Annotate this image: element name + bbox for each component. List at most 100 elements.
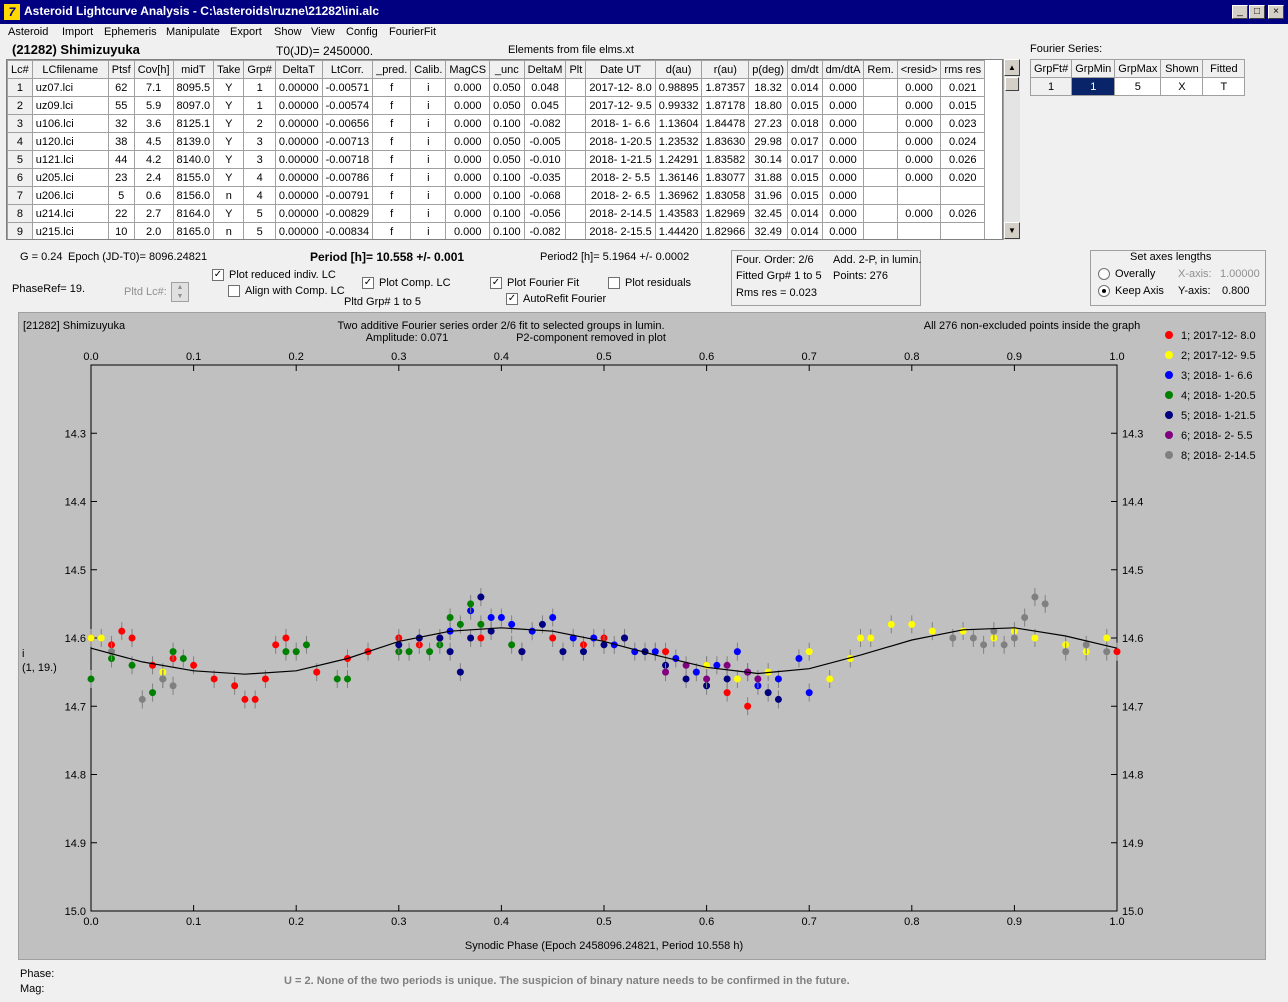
table-cell[interactable]: 0.015: [787, 186, 823, 205]
menu-config[interactable]: Config: [346, 26, 378, 38]
table-cell[interactable]: f: [372, 168, 412, 187]
table-cell[interactable]: 0.6: [133, 186, 174, 205]
table-cell[interactable]: 0.000: [445, 168, 491, 187]
table-cell[interactable]: 8095.5: [172, 78, 215, 97]
table-cell[interactable]: 8097.0: [172, 96, 215, 115]
lightcurve-plot[interactable]: [21282] Shimizuyuka Two additive Fourier…: [18, 312, 1266, 960]
table-cell[interactable]: [863, 78, 898, 97]
table-cell[interactable]: 3: [243, 132, 276, 151]
table-cell[interactable]: 0.017: [787, 132, 823, 151]
table-cell[interactable]: [863, 186, 898, 205]
table-column-header[interactable]: Cov[h]: [133, 60, 174, 79]
table-cell[interactable]: 0.021: [940, 78, 986, 97]
table-cell[interactable]: 1.83077: [701, 168, 750, 187]
overally-radio[interactable]: Overally: [1098, 268, 1155, 281]
table-cell[interactable]: 2018- 1-21.5: [585, 150, 656, 169]
table-cell[interactable]: 10: [107, 222, 135, 239]
table-cell[interactable]: 2017-12- 9.5: [585, 96, 656, 115]
table-cell[interactable]: -0.00791: [321, 186, 374, 205]
table-cell[interactable]: 0.000: [821, 186, 865, 205]
table-cell[interactable]: 4: [243, 168, 276, 187]
table-cell[interactable]: 8139.0: [172, 132, 215, 151]
table-cell[interactable]: 0.000: [445, 222, 491, 239]
table-cell[interactable]: 1.84478: [701, 114, 750, 133]
table-cell[interactable]: 4: [7, 132, 33, 151]
xaxis-value[interactable]: 1.00000: [1220, 268, 1260, 280]
lightcurve-table-container[interactable]: Lc# LCfilename Ptsf Cov[h] midT Take Grp# Delta…: [6, 59, 1003, 240]
plot-residuals-checkbox[interactable]: Plot residuals: [608, 277, 691, 290]
table-cell[interactable]: [863, 168, 898, 187]
plot-reduced-checkbox[interactable]: ✓ Plot reduced indiv. LC: [212, 269, 336, 282]
table-column-header[interactable]: Rem.: [863, 60, 898, 79]
table-cell[interactable]: 0.000: [896, 96, 942, 115]
menu-ephemeris[interactable]: Ephemeris: [104, 26, 157, 38]
table-cell[interactable]: 18.32: [748, 78, 789, 97]
table-cell[interactable]: 5: [243, 222, 276, 239]
table-column-header[interactable]: LtCorr.: [321, 60, 374, 79]
table-cell[interactable]: u214.lci: [31, 204, 109, 223]
table-cell[interactable]: Y: [213, 96, 245, 115]
table-cell[interactable]: [565, 168, 587, 187]
table-cell[interactable]: [940, 222, 986, 239]
table-cell[interactable]: 1.83582: [701, 150, 750, 169]
table-cell[interactable]: 7.1: [133, 78, 174, 97]
table-cell[interactable]: 0.000: [445, 96, 491, 115]
scroll-down-icon[interactable]: ▼: [1004, 222, 1020, 239]
table-cell[interactable]: [940, 186, 986, 205]
table-cell[interactable]: [565, 96, 587, 115]
table-cell[interactable]: i: [410, 132, 447, 151]
table-cell[interactable]: 0.000: [445, 78, 491, 97]
table-cell[interactable]: [863, 150, 898, 169]
table-cell[interactable]: 1.36146: [654, 168, 703, 187]
table-cell[interactable]: -0.056: [523, 204, 567, 223]
plot-fourier-checkbox[interactable]: ✓ Plot Fourier Fit: [490, 277, 579, 290]
table-cell[interactable]: 0.000: [896, 168, 942, 187]
table-cell[interactable]: 8164.0: [172, 204, 215, 223]
minimize-button[interactable]: _: [1232, 5, 1248, 19]
table-cell[interactable]: 0.000: [821, 204, 865, 223]
table-column-header[interactable]: dm/dtA: [821, 60, 865, 79]
table-cell[interactable]: 1.23532: [654, 132, 703, 151]
fs-cell-shown[interactable]: X: [1160, 77, 1204, 96]
table-cell[interactable]: 2018- 1-20.5: [585, 132, 656, 151]
table-column-header[interactable]: p(deg): [748, 60, 789, 79]
table-cell[interactable]: -0.00834: [321, 222, 374, 239]
table-cell[interactable]: 1.83058: [701, 186, 750, 205]
table-cell[interactable]: 0.026: [940, 204, 986, 223]
scroll-up-icon[interactable]: ▲: [1004, 59, 1020, 76]
table-cell[interactable]: 0.000: [445, 132, 491, 151]
table-cell[interactable]: 0.000: [896, 150, 942, 169]
table-cell[interactable]: i: [410, 186, 447, 205]
table-cell[interactable]: u215.lci: [31, 222, 109, 239]
table-cell[interactable]: 1.82969: [701, 204, 750, 223]
table-cell[interactable]: 0.000: [821, 96, 865, 115]
table-row[interactable]: 1 uz07.lci 62 7.1 8095.5 Y 1 0.00000 -0.00571 f i 0…: [7, 78, 986, 97]
table-cell[interactable]: 0.014: [787, 222, 823, 239]
menu-import[interactable]: Import: [62, 26, 93, 38]
table-cell[interactable]: 0.018: [787, 114, 823, 133]
table-column-header[interactable]: midT: [172, 60, 215, 79]
table-cell[interactable]: uz07.lci: [31, 78, 109, 97]
table-row[interactable]: 5 u121.lci 44 4.2 8140.0 Y 3 0.00000 -0.00718 f i 0…: [7, 150, 986, 169]
table-cell[interactable]: [863, 132, 898, 151]
table-cell[interactable]: 0.017: [787, 150, 823, 169]
table-cell[interactable]: i: [410, 96, 447, 115]
fs-cell-grpft[interactable]: 1: [1029, 77, 1073, 96]
table-row[interactable]: 2 uz09.lci 55 5.9 8097.0 Y 1 0.00000 -0.00574 f i 0…: [7, 96, 986, 115]
lightcurve-table[interactable]: Lc# LCfilename Ptsf Cov[h] midT Take Grp# Delta…: [7, 60, 986, 239]
table-cell[interactable]: 0.000: [896, 78, 942, 97]
table-cell[interactable]: 2: [243, 114, 276, 133]
table-column-header[interactable]: Calib.: [410, 60, 447, 79]
table-cell[interactable]: 0.00000: [274, 114, 323, 133]
table-cell[interactable]: 1.43583: [654, 204, 703, 223]
table-cell[interactable]: 8155.0: [172, 168, 215, 187]
table-cell[interactable]: 8165.0: [172, 222, 215, 239]
table-column-header[interactable]: DeltaT: [274, 60, 323, 79]
table-cell[interactable]: -0.010: [523, 150, 567, 169]
table-cell[interactable]: f: [372, 132, 412, 151]
table-cell[interactable]: 0.050: [489, 150, 525, 169]
table-cell[interactable]: u121.lci: [31, 150, 109, 169]
table-cell[interactable]: 1.36962: [654, 186, 703, 205]
table-cell[interactable]: 0.014: [787, 78, 823, 97]
table-column-header[interactable]: Plt: [565, 60, 587, 79]
